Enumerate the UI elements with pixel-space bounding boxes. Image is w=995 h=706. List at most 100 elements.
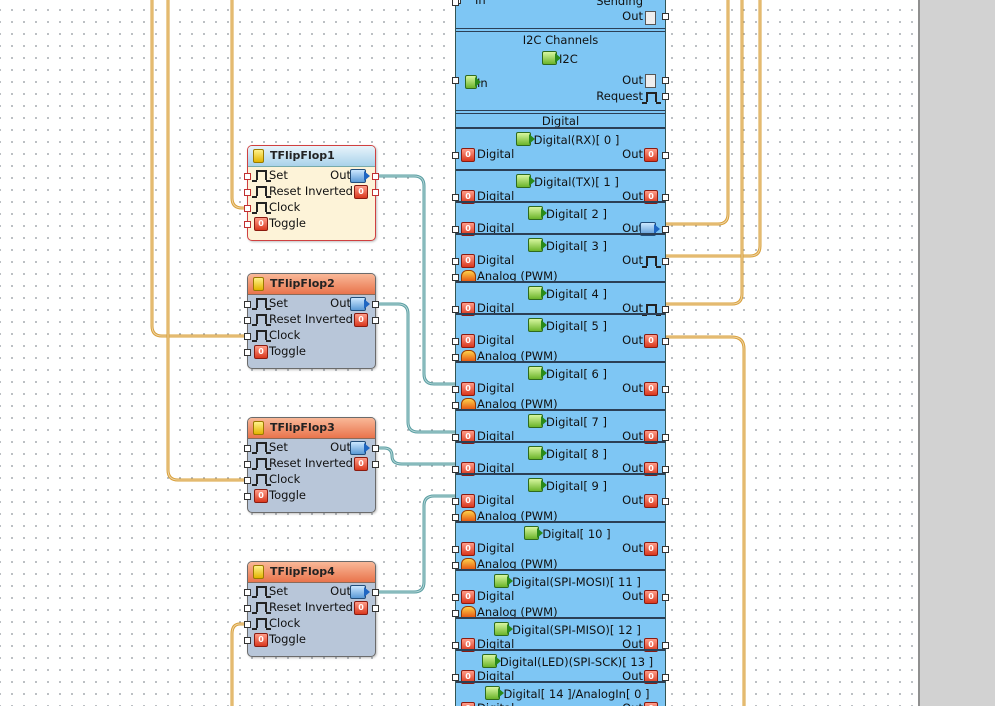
input-pin[interactable] — [244, 221, 251, 228]
input-label: Clock — [269, 328, 301, 342]
wire[interactable] — [664, 0, 744, 306]
input-pin[interactable] — [452, 434, 459, 441]
pulse-icon — [642, 92, 661, 104]
wire[interactable] — [376, 446, 455, 466]
flipflop-title-bar[interactable]: TFlipFlop4 — [248, 562, 375, 583]
input-pin[interactable] — [452, 514, 459, 521]
input-pin[interactable] — [244, 445, 251, 452]
flipflop-2[interactable]: TFlipFlop2 Set Reset Clock 0 Toggle Out Inverte… — [244, 273, 379, 369]
wire[interactable] — [664, 335, 746, 706]
output-pin[interactable] — [372, 173, 379, 180]
channel-title: Digital[ 7 ] — [456, 412, 665, 429]
input-pin[interactable] — [452, 306, 459, 313]
wire[interactable] — [376, 303, 455, 433]
output-pin[interactable] — [662, 13, 669, 20]
input-pin[interactable] — [244, 317, 251, 324]
input-pin[interactable] — [452, 194, 459, 201]
input-pin[interactable] — [452, 226, 459, 233]
output-pin[interactable] — [662, 386, 669, 393]
input-pin[interactable] — [452, 466, 459, 473]
i2c-section: I2C Channels I2C In Out Request — [452, 28, 669, 109]
input-pin[interactable] — [452, 354, 459, 361]
output-pin[interactable] — [662, 642, 669, 649]
channel-out-label: Out — [622, 493, 643, 507]
input-pin[interactable] — [244, 349, 251, 356]
flipflop-1[interactable]: TFlipFlop1 Set Reset Clock 0 Toggle Out Inverte… — [244, 145, 379, 241]
flipflop-3[interactable]: TFlipFlop3 Set Reset Clock 0 Toggle Out Inverte… — [244, 417, 379, 513]
input-pin[interactable] — [452, 546, 459, 553]
input-pin[interactable] — [244, 173, 251, 180]
output-pin[interactable] — [662, 594, 669, 601]
output-pin[interactable] — [662, 338, 669, 345]
output-pin[interactable] — [372, 301, 379, 308]
input-pin[interactable] — [452, 402, 459, 409]
output-pin[interactable] — [662, 434, 669, 441]
input-pin[interactable] — [244, 589, 251, 596]
output-pin[interactable] — [372, 461, 379, 468]
boolean-icon: 0 — [644, 542, 658, 556]
input-pin[interactable] — [452, 386, 459, 393]
output-pin[interactable] — [372, 589, 379, 596]
input-pin[interactable] — [244, 493, 251, 500]
output-pin[interactable] — [372, 189, 379, 196]
wire[interactable] — [167, 0, 247, 481]
design-canvas[interactable]: TFlipFlop1 Set Reset Clock 0 Toggle Out Inverte… — [0, 0, 918, 706]
flipflop-title-bar[interactable]: TFlipFlop1 — [248, 146, 375, 167]
input-pin[interactable] — [452, 0, 459, 6]
wire[interactable] — [376, 447, 455, 465]
input-pin[interactable] — [244, 301, 251, 308]
flipflop-title-bar[interactable]: TFlipFlop3 — [248, 418, 375, 439]
input-pin[interactable] — [452, 258, 459, 265]
wire[interactable] — [376, 175, 455, 385]
boolean-icon: 0 — [461, 590, 475, 604]
wire[interactable] — [664, 336, 745, 706]
wire[interactable] — [664, 0, 762, 258]
output-pin[interactable] — [662, 152, 669, 159]
input-pin[interactable] — [244, 461, 251, 468]
input-pin[interactable] — [452, 338, 459, 345]
input-pin[interactable] — [244, 621, 251, 628]
output-pin[interactable] — [662, 306, 669, 313]
wire[interactable] — [664, 0, 761, 257]
input-pin[interactable] — [244, 605, 251, 612]
input-pin[interactable] — [244, 189, 251, 196]
output-pin[interactable] — [372, 317, 379, 324]
input-pin[interactable] — [244, 205, 251, 212]
output-pin[interactable] — [662, 466, 669, 473]
input-pin[interactable] — [452, 642, 459, 649]
input-pin[interactable] — [452, 610, 459, 617]
input-pin[interactable] — [452, 562, 459, 569]
wire[interactable] — [376, 302, 455, 434]
wire[interactable] — [376, 174, 455, 386]
wire[interactable] — [664, 0, 730, 226]
output-pin[interactable] — [662, 674, 669, 681]
input-pin[interactable] — [452, 77, 459, 84]
wire[interactable] — [664, 0, 729, 225]
input-pin[interactable] — [244, 333, 251, 340]
output-pin[interactable] — [662, 226, 669, 233]
input-pin[interactable] — [452, 594, 459, 601]
output-pin[interactable] — [662, 546, 669, 553]
input-pin[interactable] — [452, 498, 459, 505]
output-pin[interactable] — [662, 93, 669, 100]
output-pin[interactable] — [662, 77, 669, 84]
flipflop-title-bar[interactable]: TFlipFlop2 — [248, 274, 375, 295]
output-pin[interactable] — [372, 445, 379, 452]
output-pin[interactable] — [662, 498, 669, 505]
output-pin[interactable] — [662, 258, 669, 265]
wire[interactable] — [376, 494, 455, 594]
arduino-board-component[interactable]: In Sending Out I2C Channels I2C In Out Req… — [452, 0, 669, 706]
input-label: Clock — [269, 200, 301, 214]
input-pin[interactable] — [244, 477, 251, 484]
output-arrow-icon — [350, 169, 370, 183]
wire[interactable] — [166, 0, 247, 482]
wire[interactable] — [376, 495, 455, 593]
input-pin[interactable] — [452, 274, 459, 281]
input-pin[interactable] — [452, 152, 459, 159]
input-pin[interactable] — [244, 637, 251, 644]
wire[interactable] — [664, 0, 743, 305]
input-pin[interactable] — [452, 674, 459, 681]
flipflop-4[interactable]: TFlipFlop4 Set Reset Clock 0 Toggle Out Inverte… — [244, 561, 379, 657]
output-pin[interactable] — [372, 605, 379, 612]
output-pin[interactable] — [662, 194, 669, 201]
